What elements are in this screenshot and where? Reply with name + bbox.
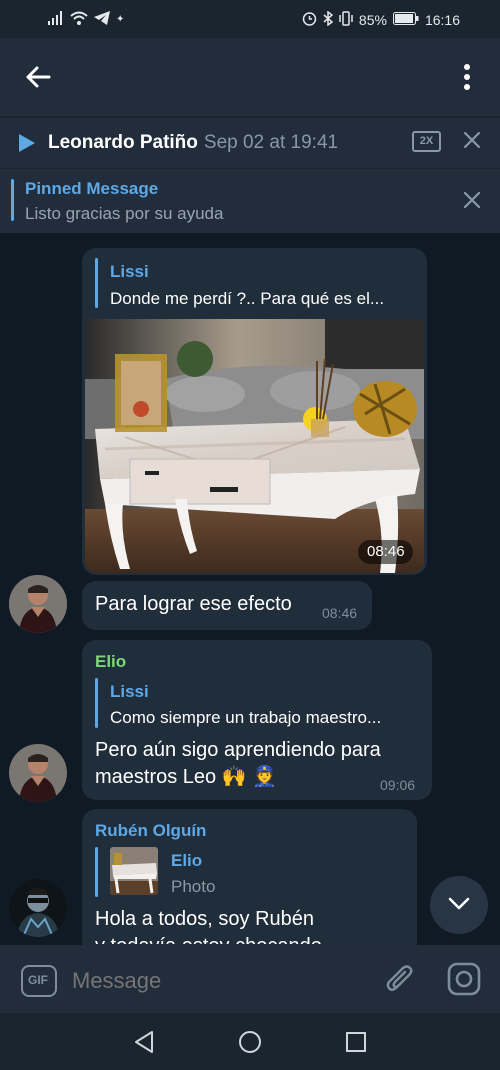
nav-recents-icon[interactable] — [345, 1031, 367, 1058]
status-right-icons: 85% 16:16 — [302, 10, 460, 29]
chat-messages-area[interactable]: Lissi Donde me perdí ?.. Para qué es el.… — [0, 233, 500, 945]
message-input-bar: GIF — [0, 945, 500, 1013]
back-button[interactable] — [22, 62, 56, 92]
battery-percent: 85% — [358, 12, 387, 28]
scroll-down-button[interactable] — [430, 876, 488, 934]
reply-text: Como siempre un trabajo maestro... — [110, 708, 382, 727]
message-time: 08:46 — [322, 605, 358, 621]
dots-vertical-icon — [464, 64, 470, 90]
wifi-icon — [70, 11, 88, 28]
message-bubble-reply[interactable]: Elio Lissi Como siempre un trabajo maest… — [82, 640, 432, 800]
message-bubble[interactable]: Para lograr ese efecto 08:46 — [82, 581, 372, 630]
reply-sender: Lissi — [110, 682, 149, 701]
alarm-icon — [302, 11, 317, 29]
nav-back-icon[interactable] — [133, 1030, 155, 1059]
more-options-button[interactable] — [456, 62, 478, 92]
reply-thumbnail — [110, 847, 158, 895]
person-avatar-image — [9, 879, 67, 937]
telegram-notification-icon — [94, 11, 110, 28]
close-pinned-icon[interactable] — [463, 191, 481, 214]
paperclip-icon[interactable] — [385, 963, 415, 1000]
photo-time: 08:46 — [367, 543, 405, 560]
bluetooth-icon — [323, 10, 334, 29]
pinned-text: Listo gracias por su ayuda — [25, 204, 224, 223]
message-text-line-1: Pero aún sigo aprendiendo para — [95, 739, 381, 761]
arrow-left-icon — [26, 66, 51, 88]
status-bar: ✦ 85% 16:16 — [0, 0, 500, 38]
gif-label: GIF — [28, 973, 48, 987]
reply-accent-bar — [95, 847, 98, 897]
message-input[interactable] — [70, 963, 374, 999]
photo-table-image — [85, 319, 424, 573]
status-left-icons: ✦ — [48, 11, 124, 28]
camera-icon[interactable] — [447, 962, 481, 1001]
message-text-line-2: y todavía estoy chocando — [95, 933, 322, 944]
close-player-icon[interactable] — [463, 131, 481, 154]
player-name: Leonardo Patiño — [48, 132, 198, 153]
avatar[interactable] — [9, 744, 67, 802]
person-avatar-image — [9, 575, 67, 633]
photo-thumbnail-image — [110, 847, 158, 895]
play-icon[interactable] — [18, 133, 36, 158]
photo-time-badge: 08:46 — [358, 540, 413, 564]
pinned-title: Pinned Message — [25, 179, 159, 198]
playback-speed-button[interactable]: 2X — [412, 131, 441, 152]
signal-icon — [48, 11, 64, 28]
message-bubble-photo[interactable]: Lissi Donde me perdí ?.. Para qué es el.… — [82, 248, 427, 575]
message-text-line-1: Hola a todos, soy Rubén — [95, 908, 315, 930]
nav-home-icon[interactable] — [238, 1030, 262, 1059]
vibrate-icon — [339, 11, 353, 29]
message-text-line-2: maestros Leo 🙌 👮 — [95, 766, 278, 788]
message-text: Para lograr ese efecto — [95, 593, 292, 615]
chevron-down-icon — [448, 897, 470, 910]
reply-accent-bar — [95, 258, 98, 308]
message-time: 09:06 — [380, 777, 416, 793]
chat-header — [0, 38, 500, 116]
reply-accent-bar — [95, 678, 98, 728]
avatar[interactable] — [9, 879, 67, 937]
reply-sender: Lissi — [110, 262, 149, 281]
clock-time: 16:16 — [424, 12, 460, 28]
player-date: Sep 02 at 19:41 — [203, 132, 339, 153]
person-avatar-image — [9, 744, 67, 802]
message-sender: Elio — [95, 652, 127, 671]
reply-text: Photo — [171, 877, 216, 896]
avatar[interactable] — [9, 575, 67, 633]
dot-icon: ✦ — [116, 14, 125, 25]
battery-icon — [392, 12, 419, 28]
pinned-message-bar[interactable]: Pinned Message Listo gracias por su ayud… — [0, 168, 500, 233]
pinned-accent-bar — [11, 179, 14, 221]
gif-button[interactable]: GIF — [21, 965, 57, 997]
message-sender: Rubén Olguín — [95, 821, 207, 840]
message-photo[interactable] — [85, 319, 424, 573]
message-bubble-reply[interactable]: Rubén Olguín Elio Photo Hola a todos, so… — [82, 809, 417, 945]
reply-text: Donde me perdí ?.. Para qué es el... — [110, 289, 385, 308]
system-nav-bar — [0, 1013, 500, 1070]
reply-sender: Elio — [171, 851, 203, 870]
